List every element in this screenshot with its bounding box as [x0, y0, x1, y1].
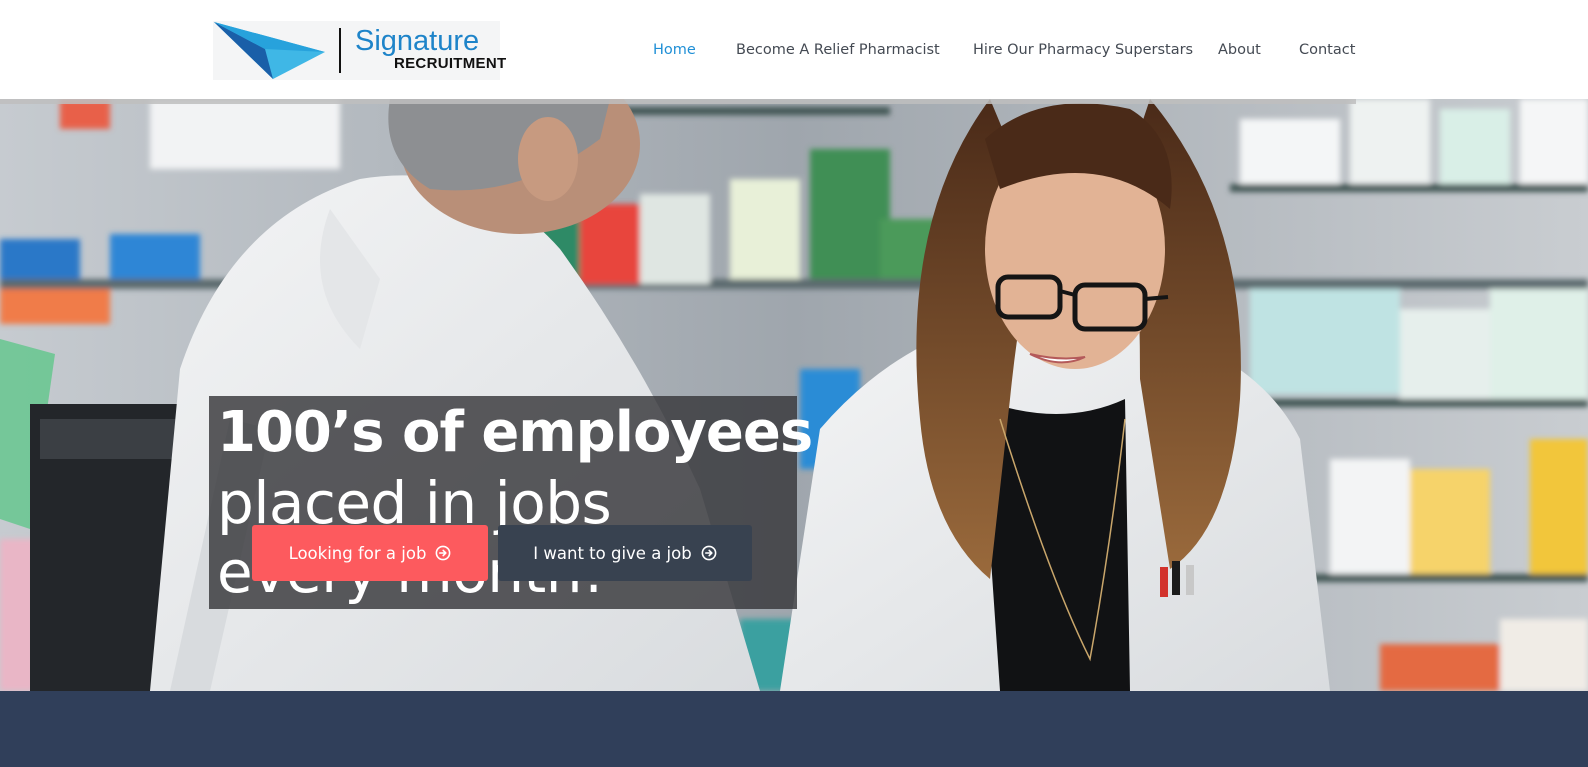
- nav-item-about[interactable]: About: [1218, 40, 1261, 60]
- nav-item-become-relief-pharmacist[interactable]: Become A Relief Pharmacist: [736, 40, 940, 60]
- hero-section: 100’s of employees placed in jobs every …: [0, 99, 1588, 691]
- headline-strong-line: 100’s of employees: [217, 400, 813, 465]
- nav-item-contact[interactable]: Contact: [1299, 40, 1355, 60]
- looking-for-job-label: Looking for a job: [288, 543, 427, 563]
- logo-arrow-icon: [214, 22, 325, 79]
- logo-wordmark: Signature: [355, 25, 480, 57]
- logo-subtitle: RECRUITMENT: [394, 55, 507, 72]
- looking-for-job-button[interactable]: Looking for a job: [252, 525, 488, 581]
- give-job-label: I want to give a job: [533, 543, 692, 563]
- header-divider: [0, 99, 1356, 104]
- nav-item-home[interactable]: Home: [653, 40, 696, 60]
- give-job-button[interactable]: I want to give a job: [498, 525, 752, 581]
- next-section-band: [0, 691, 1588, 767]
- nav-item-hire-pharmacy-superstars[interactable]: Hire Our Pharmacy Superstars: [973, 40, 1193, 60]
- arrow-right-circle-icon: [701, 545, 717, 561]
- logo[interactable]: Signature RECRUITMENT: [213, 21, 506, 80]
- arrow-right-circle-icon: [436, 545, 451, 561]
- site-header: Signature RECRUITMENT Home Become A Reli…: [0, 0, 1588, 99]
- logo-divider: [339, 28, 341, 73]
